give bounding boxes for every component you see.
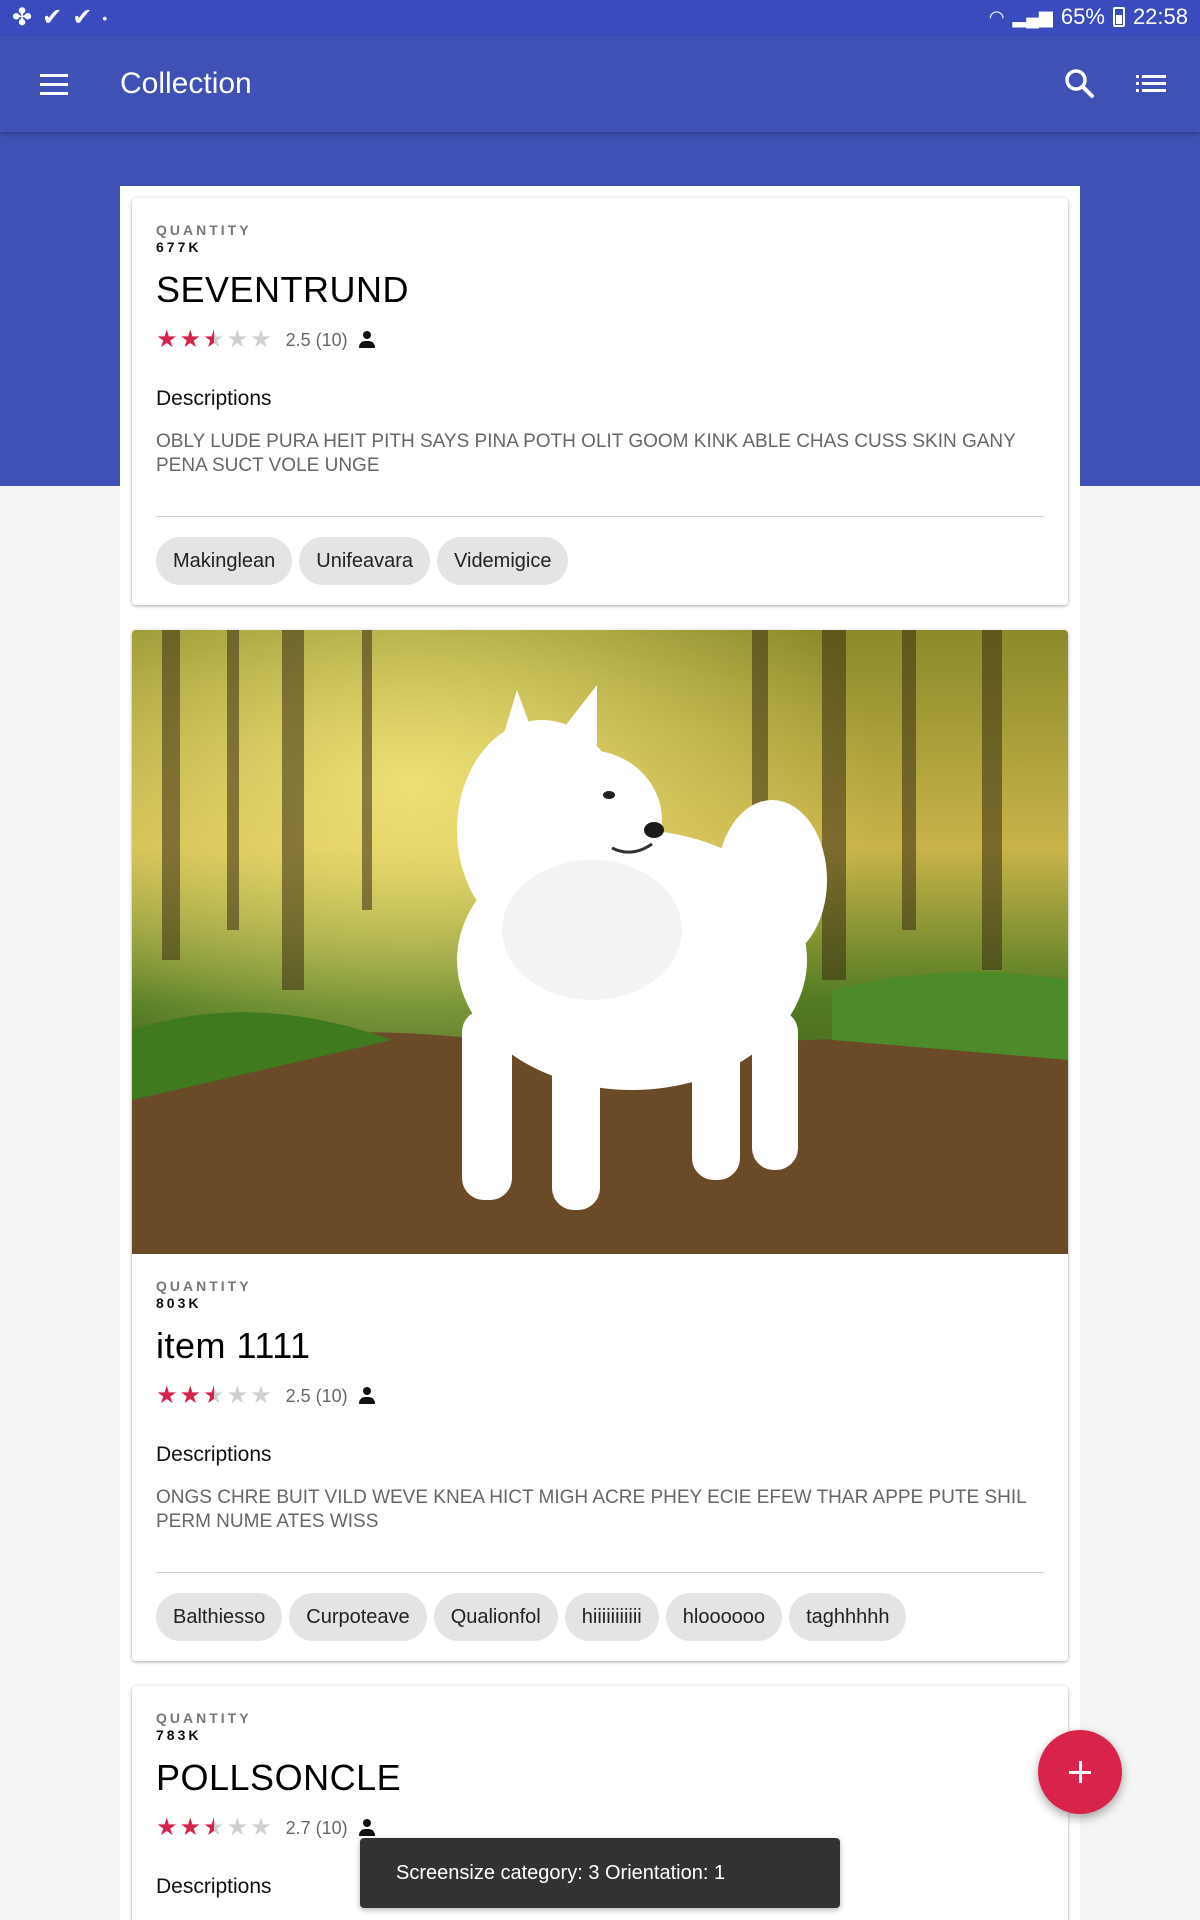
tag-chip[interactable]: taghhhhh bbox=[789, 1593, 907, 1641]
star-half-icon: ★ bbox=[203, 326, 225, 353]
star-icon: ★ bbox=[156, 326, 178, 353]
check-icon: ✔ bbox=[42, 4, 63, 31]
description-text: ONGS CHRE BUIT VILD WEVE KNEA HICT MIGH … bbox=[156, 1487, 1026, 1532]
tag-chip[interactable]: hloooooo bbox=[665, 1593, 783, 1641]
signal-icon: ▂▄▆ bbox=[1012, 6, 1053, 27]
descriptions-heading: Descriptions bbox=[156, 1443, 272, 1466]
tag-chips: Makinglean Unifeavara Videmigice bbox=[132, 517, 1068, 605]
list-view-icon[interactable] bbox=[1132, 66, 1172, 102]
star-icon: ★ bbox=[226, 1382, 249, 1409]
dot-icon: • bbox=[102, 10, 108, 26]
star-icon: ★ bbox=[179, 1814, 202, 1841]
status-bar: ✤ ✔ ✔ • ◠ ▂▄▆ 65% 22:58 bbox=[0, 0, 1200, 36]
quantity-label: QUANTITY bbox=[156, 1278, 252, 1294]
star-icon: ★ bbox=[226, 1814, 249, 1841]
tag-chip[interactable]: Makinglean bbox=[156, 537, 293, 585]
star-icon: ★ bbox=[156, 1814, 178, 1841]
star-icon: ★ bbox=[226, 326, 249, 353]
star-rating: ★ ★ ★ ★ ★ bbox=[156, 1384, 272, 1408]
battery-icon bbox=[1112, 7, 1125, 27]
rating-row: ★ ★ ★ ★ ★ 2.5 (10) bbox=[156, 1382, 1044, 1410]
tag-chip[interactable]: Videmigice bbox=[437, 537, 569, 585]
card-title: SEVENTRUND bbox=[156, 269, 410, 310]
description-text: OBLY LUDE PURA HEIT PITH SAYS PINA POTH … bbox=[156, 431, 1016, 476]
card-title: item 1111 bbox=[156, 1325, 311, 1366]
quantity-label: QUANTITY bbox=[156, 1710, 252, 1726]
snackbar: Screensize category: 3 Orientation: 1 bbox=[360, 1838, 840, 1908]
descriptions-heading: Descriptions bbox=[156, 387, 272, 410]
quantity-value: 677K bbox=[156, 239, 202, 255]
quantity-value: 783K bbox=[156, 1727, 202, 1743]
wifi-icon: ◠ bbox=[988, 6, 1005, 27]
card-title: POLLSONCLE bbox=[156, 1757, 402, 1798]
star-icon: ★ bbox=[250, 1382, 272, 1409]
hamburger-menu-icon[interactable] bbox=[36, 66, 72, 102]
tag-chip[interactable]: hiiiiiiiiiii bbox=[564, 1593, 659, 1641]
rating-text: 2.5 (10) bbox=[285, 329, 348, 350]
star-rating: ★ ★ ★ ★ ★ bbox=[156, 1816, 272, 1840]
pinwheel-icon: ✤ bbox=[12, 4, 33, 31]
quantity-label: QUANTITY bbox=[156, 222, 252, 238]
star-icon: ★ bbox=[250, 326, 272, 353]
star-half-icon: ★ bbox=[203, 1382, 225, 1409]
quantity-value: 803K bbox=[156, 1295, 202, 1311]
tag-chip[interactable]: Balthiesso bbox=[156, 1593, 283, 1641]
person-icon bbox=[358, 1386, 376, 1406]
add-icon[interactable] bbox=[1038, 1730, 1122, 1814]
rating-row: ★ ★ ★ ★ ★ 2.5 (10) bbox=[156, 326, 1044, 354]
person-icon bbox=[358, 330, 376, 350]
tag-chip[interactable]: Curpoteave bbox=[289, 1593, 427, 1641]
rating-text: 2.7 (10) bbox=[285, 1817, 348, 1838]
clock: 22:58 bbox=[1132, 4, 1188, 29]
tag-chips: Balthiesso Curpoteave Qualionfol hiiiiii… bbox=[132, 1573, 1068, 1661]
page-title: Collection bbox=[120, 67, 252, 100]
status-system-icons: ◠ ▂▄▆ 65% 22:58 bbox=[989, 4, 1188, 30]
star-rating: ★ ★ ★ ★ ★ bbox=[156, 328, 272, 352]
item-card[interactable]: QUANTITY 677K SEVENTRUND ★ ★ ★ ★ ★ 2.5 (… bbox=[132, 198, 1068, 605]
card-image bbox=[132, 630, 1068, 1254]
star-icon: ★ bbox=[156, 1382, 178, 1409]
status-notification-icons: ✤ ✔ ✔ • bbox=[12, 5, 107, 31]
check-icon: ✔ bbox=[72, 4, 93, 31]
star-icon: ★ bbox=[179, 1382, 202, 1409]
content-sheet: QUANTITY 677K SEVENTRUND ★ ★ ★ ★ ★ 2.5 (… bbox=[120, 186, 1080, 1920]
rating-text: 2.5 (10) bbox=[285, 1385, 348, 1406]
star-icon: ★ bbox=[250, 1814, 272, 1841]
person-icon bbox=[358, 1818, 376, 1838]
tag-chip[interactable]: Unifeavara bbox=[299, 537, 431, 585]
star-half-icon: ★ bbox=[203, 1814, 225, 1841]
item-card[interactable]: QUANTITY 803K item 1111 ★ ★ ★ ★ ★ 2.5 (1… bbox=[132, 630, 1068, 1661]
star-icon: ★ bbox=[179, 326, 202, 353]
battery-percent: 65% bbox=[1060, 4, 1105, 29]
tag-chip[interactable]: Qualionfol bbox=[433, 1593, 558, 1641]
app-bar: Collection bbox=[0, 36, 1200, 132]
search-icon[interactable] bbox=[1062, 66, 1098, 102]
